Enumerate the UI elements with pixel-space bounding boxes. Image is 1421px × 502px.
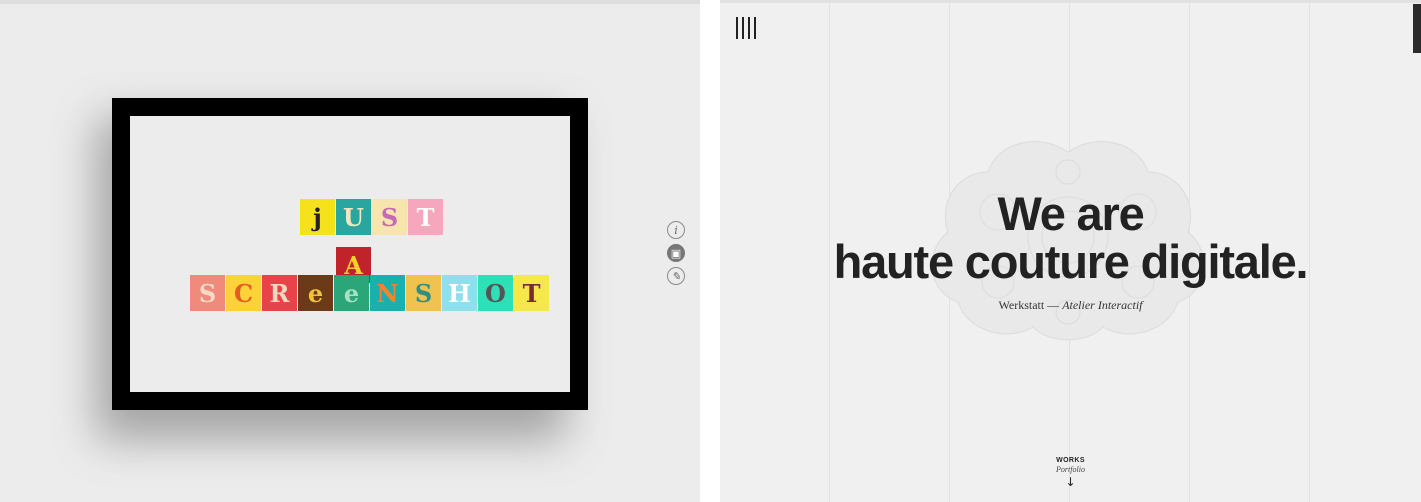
right-panel: We are haute couture digitale. Werkstatt… <box>720 0 1421 502</box>
left-panel: jUST A SCReeNSHOT i ▣ ✎ <box>0 0 700 502</box>
letter-tile: H <box>442 275 477 311</box>
letter-tile: T <box>408 199 443 235</box>
word-screenshot: SCReeNSHOT <box>190 275 549 311</box>
picture-canvas: jUST A SCReeNSHOT <box>130 116 570 392</box>
letter-tile: N <box>370 275 405 311</box>
letter-tile: S <box>406 275 441 311</box>
works-link[interactable]: WORKS <box>720 457 1421 464</box>
top-border <box>720 0 1421 3</box>
info-icon[interactable]: i <box>667 221 685 239</box>
letter-tile: S <box>190 275 225 311</box>
tagline-italic: Atelier Interactif <box>1062 298 1143 312</box>
picture-frame: jUST A SCReeNSHOT <box>112 98 588 410</box>
tagline-text: Werkstatt — <box>998 298 1063 312</box>
link-icon[interactable]: ✎ <box>667 267 685 285</box>
letter-tile: U <box>336 199 371 235</box>
letter-tile: R <box>262 275 297 311</box>
letter-tile: e <box>298 275 333 311</box>
top-divider-line <box>0 0 700 4</box>
headline-line-1: We are <box>997 187 1144 240</box>
letter-tile: C <box>226 275 261 311</box>
document-icon[interactable]: ▣ <box>667 244 685 262</box>
letter-tile: e <box>334 275 369 311</box>
scrollbar-thumb[interactable] <box>1413 4 1421 53</box>
scroll-down-arrow-icon[interactable]: ↓ <box>720 475 1421 489</box>
works-subtitle[interactable]: Portfolio <box>720 465 1421 474</box>
panel-divider <box>700 0 720 502</box>
hero-headline: We are haute couture digitale. <box>720 190 1421 286</box>
letter-tile: O <box>478 275 513 311</box>
menu-icon[interactable] <box>736 17 756 39</box>
headline-line-2: haute couture digitale. <box>833 235 1309 288</box>
letter-tile: T <box>514 275 549 311</box>
word-just: jUST <box>300 199 443 235</box>
letter-tile: j <box>300 199 335 235</box>
letter-tile: S <box>372 199 407 235</box>
side-icon-toolbar: i ▣ ✎ <box>667 221 687 290</box>
tagline: Werkstatt — Atelier Interactif <box>720 298 1421 313</box>
